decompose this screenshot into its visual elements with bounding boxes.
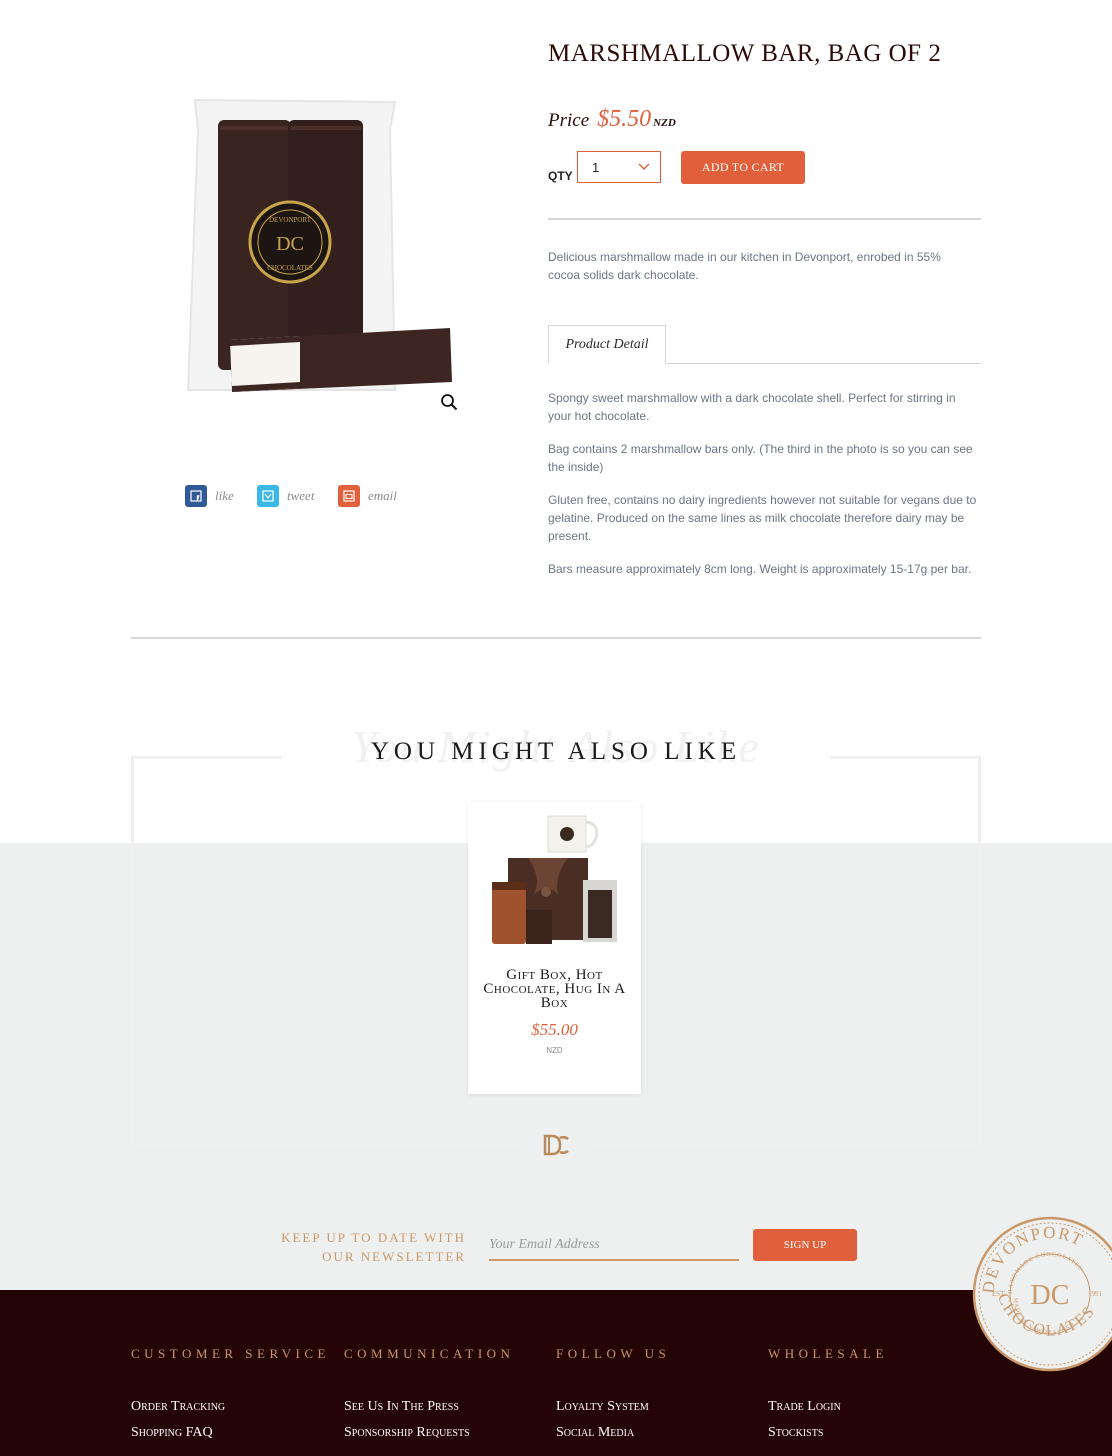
- newsletter-label-line1: KEEP UP TO DATE WITH: [281, 1230, 466, 1245]
- detail-paragraph: Gluten free, contains no dairy ingredien…: [548, 493, 977, 543]
- seal-year: 1991: [1088, 1290, 1103, 1298]
- email-icon: [338, 485, 360, 507]
- magnifier-icon[interactable]: [440, 393, 458, 411]
- product-description: Delicious marshmallow made in our kitche…: [548, 250, 941, 282]
- price-currency: NZD: [653, 117, 676, 129]
- qty-label: QTY: [548, 169, 573, 183]
- footer-link-shopping-faq[interactable]: Shopping FAQ: [131, 1425, 213, 1441]
- newsletter-email-input[interactable]: [489, 1230, 739, 1261]
- related-product-currency: NZD: [546, 1046, 563, 1055]
- footer-heading: WHOLESALE: [768, 1346, 888, 1361]
- footer-link-sponsorship[interactable]: Sponsorship Requests: [344, 1425, 470, 1441]
- share-facebook-label: like: [215, 488, 234, 503]
- footer-column-follow-us: FOLLOW US: [556, 1345, 756, 1363]
- divider: [548, 218, 981, 220]
- facebook-icon: [185, 485, 207, 507]
- seal-est: EST.: [992, 1290, 1006, 1298]
- detail-paragraph: Bag contains 2 marshmallow bars only. (T…: [548, 442, 973, 474]
- footer-link-press[interactable]: See Us In The Press: [344, 1399, 459, 1415]
- share-facebook[interactable]: like: [185, 485, 234, 507]
- footer-link-trade-login[interactable]: Trade Login: [768, 1399, 841, 1415]
- footer-heading: COMMUNICATION: [344, 1346, 515, 1361]
- detail-paragraph: Spongy sweet marshmallow with a dark cho…: [548, 391, 956, 423]
- footer-column-wholesale: WHOLESALE: [768, 1345, 968, 1363]
- product-image[interactable]: DC DEVONPORT CHOCOLATES: [150, 90, 480, 420]
- price-value: $5.50: [597, 106, 652, 132]
- related-product-image[interactable]: [488, 810, 623, 950]
- svg-text:DC: DC: [276, 233, 304, 255]
- seal-monogram: DC: [1031, 1280, 1070, 1311]
- share-email[interactable]: email: [338, 485, 397, 507]
- footer-link-loyalty[interactable]: Loyalty System: [556, 1399, 649, 1415]
- footer-link-social-media[interactable]: Social Media: [556, 1425, 634, 1441]
- footer-link-stockists[interactable]: Stockists: [768, 1425, 823, 1441]
- devonport-seal-logo: DEVONPORT CHOCOLATES HANDMADE CHOCOLATES…: [972, 1216, 1112, 1372]
- detail-paragraph: Bars measure approximately 8cm long. Wei…: [548, 562, 972, 576]
- product-title: MARSHMALLOW BAR, BAG OF 2: [548, 40, 942, 67]
- footer-heading: FOLLOW US: [556, 1346, 671, 1361]
- tab-product-detail[interactable]: Product Detail: [548, 325, 666, 364]
- share-email-label: email: [368, 488, 397, 503]
- monogram-logo: [543, 1134, 569, 1156]
- add-to-cart-button[interactable]: ADD TO CART: [681, 151, 805, 184]
- newsletter-label-line2: OUR NEWSLETTER: [322, 1249, 466, 1264]
- footer-column-communication: COMMUNICATION: [344, 1345, 544, 1363]
- qty-value: 1: [592, 159, 600, 175]
- related-product-price: $55.00: [531, 1020, 578, 1039]
- share-twitter-label: tweet: [287, 488, 315, 503]
- newsletter-label: KEEP UP TO DATE WITH OUR NEWSLETTER: [270, 1228, 466, 1266]
- price-row: Price $5.50 NZD: [548, 106, 676, 133]
- footer-column-customer-service: CUSTOMER SERVICE: [131, 1345, 331, 1363]
- footer-link-order-tracking[interactable]: Order Tracking: [131, 1399, 225, 1415]
- qty-select[interactable]: 1: [577, 151, 661, 183]
- svg-text:DEVONPORT: DEVONPORT: [269, 216, 312, 224]
- related-title: YOU MIGHT ALSO LIKE: [370, 738, 742, 765]
- related-product-name[interactable]: Gift Box, Hot Chocolate, Hug In A Box: [476, 968, 633, 1011]
- section-divider: [131, 637, 981, 639]
- newsletter-signup-button[interactable]: SIGN UP: [753, 1229, 857, 1261]
- svg-text:CHOCOLATES: CHOCOLATES: [267, 264, 313, 272]
- twitter-icon: [257, 485, 279, 507]
- chevron-down-icon: [638, 163, 650, 170]
- price-label: Price: [548, 110, 590, 131]
- footer-heading: CUSTOMER SERVICE: [131, 1346, 330, 1361]
- share-twitter[interactable]: tweet: [257, 485, 314, 507]
